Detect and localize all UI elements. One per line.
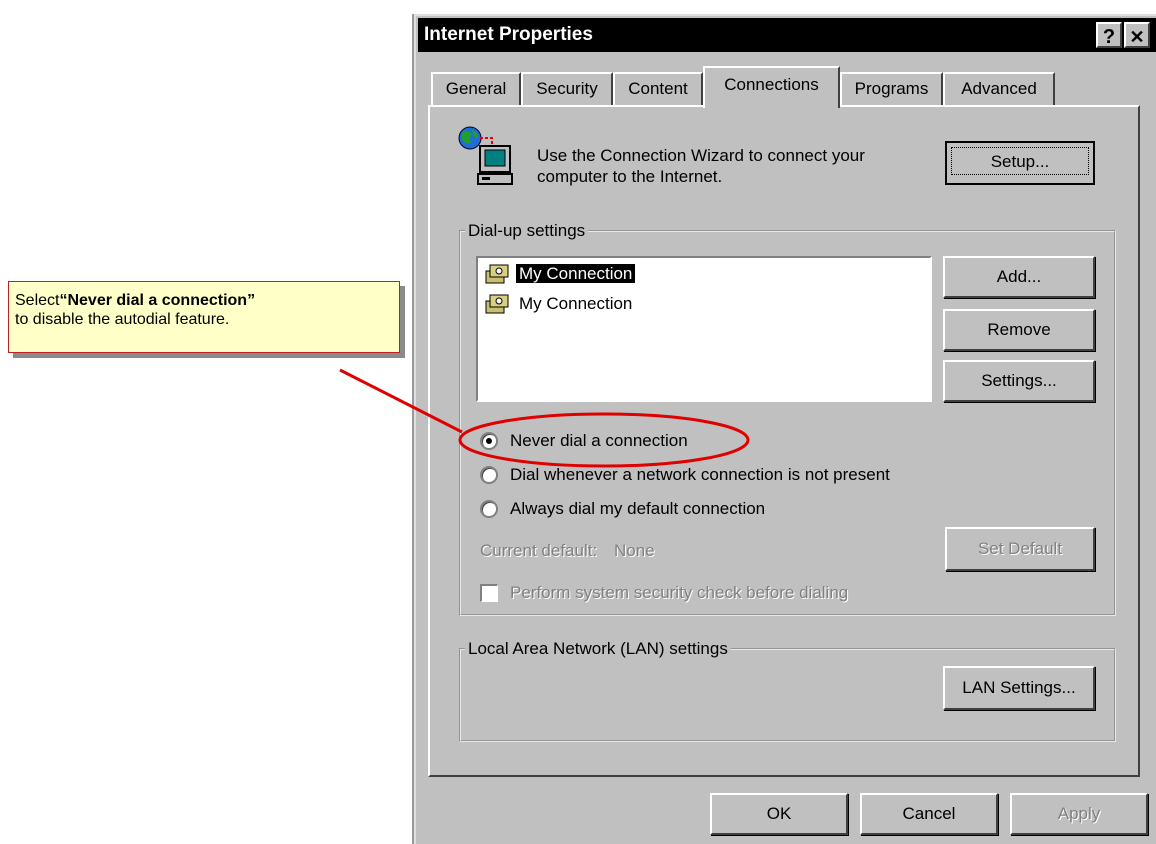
security-check-checkbox[interactable] xyxy=(480,584,498,602)
close-icon: ✕ xyxy=(1129,27,1145,47)
dialog-left-edge xyxy=(412,14,414,844)
dialup-connection-icon xyxy=(485,294,509,314)
tab-general[interactable]: General xyxy=(431,72,521,106)
lan-settings-button-label: LAN Settings... xyxy=(962,678,1076,697)
list-item[interactable]: My Connection xyxy=(482,262,636,286)
connections-list[interactable]: My Connection My Connection xyxy=(476,256,932,402)
dialup-settings-label: Dial-up settings xyxy=(465,221,589,241)
remove-button[interactable]: Remove xyxy=(943,309,1095,351)
remove-button-label: Remove xyxy=(987,320,1051,339)
setup-button[interactable]: Setup... xyxy=(945,141,1095,185)
cancel-button-label: Cancel xyxy=(902,804,956,823)
dial-whenever-label[interactable]: Dial whenever a network connection is no… xyxy=(510,465,890,485)
tab-security[interactable]: Security xyxy=(521,72,613,106)
add-button-label: Add... xyxy=(996,267,1042,286)
dial-whenever-radio[interactable] xyxy=(480,466,498,484)
tab-programs[interactable]: Programs xyxy=(840,72,943,106)
lan-settings-button[interactable]: LAN Settings... xyxy=(943,666,1095,710)
help-icon: ? xyxy=(1102,26,1116,48)
set-default-button: Set Default xyxy=(945,527,1095,571)
always-dial-label[interactable]: Always dial my default connection xyxy=(510,499,765,519)
connection-name: My Connection xyxy=(519,294,633,313)
network-computer-icon xyxy=(458,126,513,185)
never-dial-label[interactable]: Never dial a connection xyxy=(510,431,688,451)
tab-programs-label: Programs xyxy=(854,79,929,98)
add-button[interactable]: Add... xyxy=(943,256,1095,298)
callout-bold-text: “Never dial a connection” xyxy=(59,292,256,309)
tab-advanced[interactable]: Advanced xyxy=(943,72,1055,106)
help-button[interactable]: ? xyxy=(1096,22,1122,48)
tab-advanced-label: Advanced xyxy=(961,79,1037,98)
always-dial-radio[interactable] xyxy=(480,500,498,518)
current-default-value: None xyxy=(614,541,655,560)
setup-button-label: Setup... xyxy=(990,152,1050,171)
tab-content-label: Content xyxy=(628,79,688,98)
callout-prefix: Select xyxy=(15,292,60,309)
never-dial-radio[interactable] xyxy=(480,432,498,450)
connection-name: My Connection xyxy=(516,264,636,283)
dialup-connection-icon xyxy=(485,264,509,284)
tab-content[interactable]: Content xyxy=(613,72,703,106)
window-title: Internet Properties xyxy=(424,24,593,45)
callout-suffix: to disable the autodial feature. xyxy=(15,311,230,328)
tab-general-label: General xyxy=(445,79,507,98)
settings-button-label: Settings... xyxy=(981,371,1057,390)
wizard-text-line2: computer to the Internet. xyxy=(537,167,723,186)
instruction-callout: Select“Never dial a connection” to disab… xyxy=(8,281,400,353)
wizard-text-line1: Use the Connection Wizard to connect you… xyxy=(537,146,865,165)
security-check-label[interactable]: Perform system security check before dia… xyxy=(510,583,848,603)
tab-security-label: Security xyxy=(536,79,598,98)
radio-selected-dot xyxy=(486,438,492,444)
current-default-label: Current default: xyxy=(480,541,598,560)
title-bar: Internet Properties xyxy=(418,18,1156,52)
wizard-text: Use the Connection Wizard to connect you… xyxy=(537,145,865,187)
ok-button[interactable]: OK xyxy=(710,793,848,835)
list-item[interactable]: My Connection xyxy=(482,292,635,316)
settings-button[interactable]: Settings... xyxy=(943,360,1095,402)
cancel-button[interactable]: Cancel xyxy=(860,793,998,835)
tab-connections[interactable]: Connections xyxy=(703,66,840,108)
tab-connections-label: Connections xyxy=(724,75,819,94)
apply-button: Apply xyxy=(1010,793,1148,835)
lan-settings-label: Local Area Network (LAN) settings xyxy=(465,639,731,659)
apply-button-label: Apply xyxy=(1057,804,1101,823)
close-button[interactable]: ✕ xyxy=(1124,22,1150,48)
set-default-button-label: Set Default xyxy=(977,539,1063,558)
ok-button-label: OK xyxy=(766,804,792,823)
